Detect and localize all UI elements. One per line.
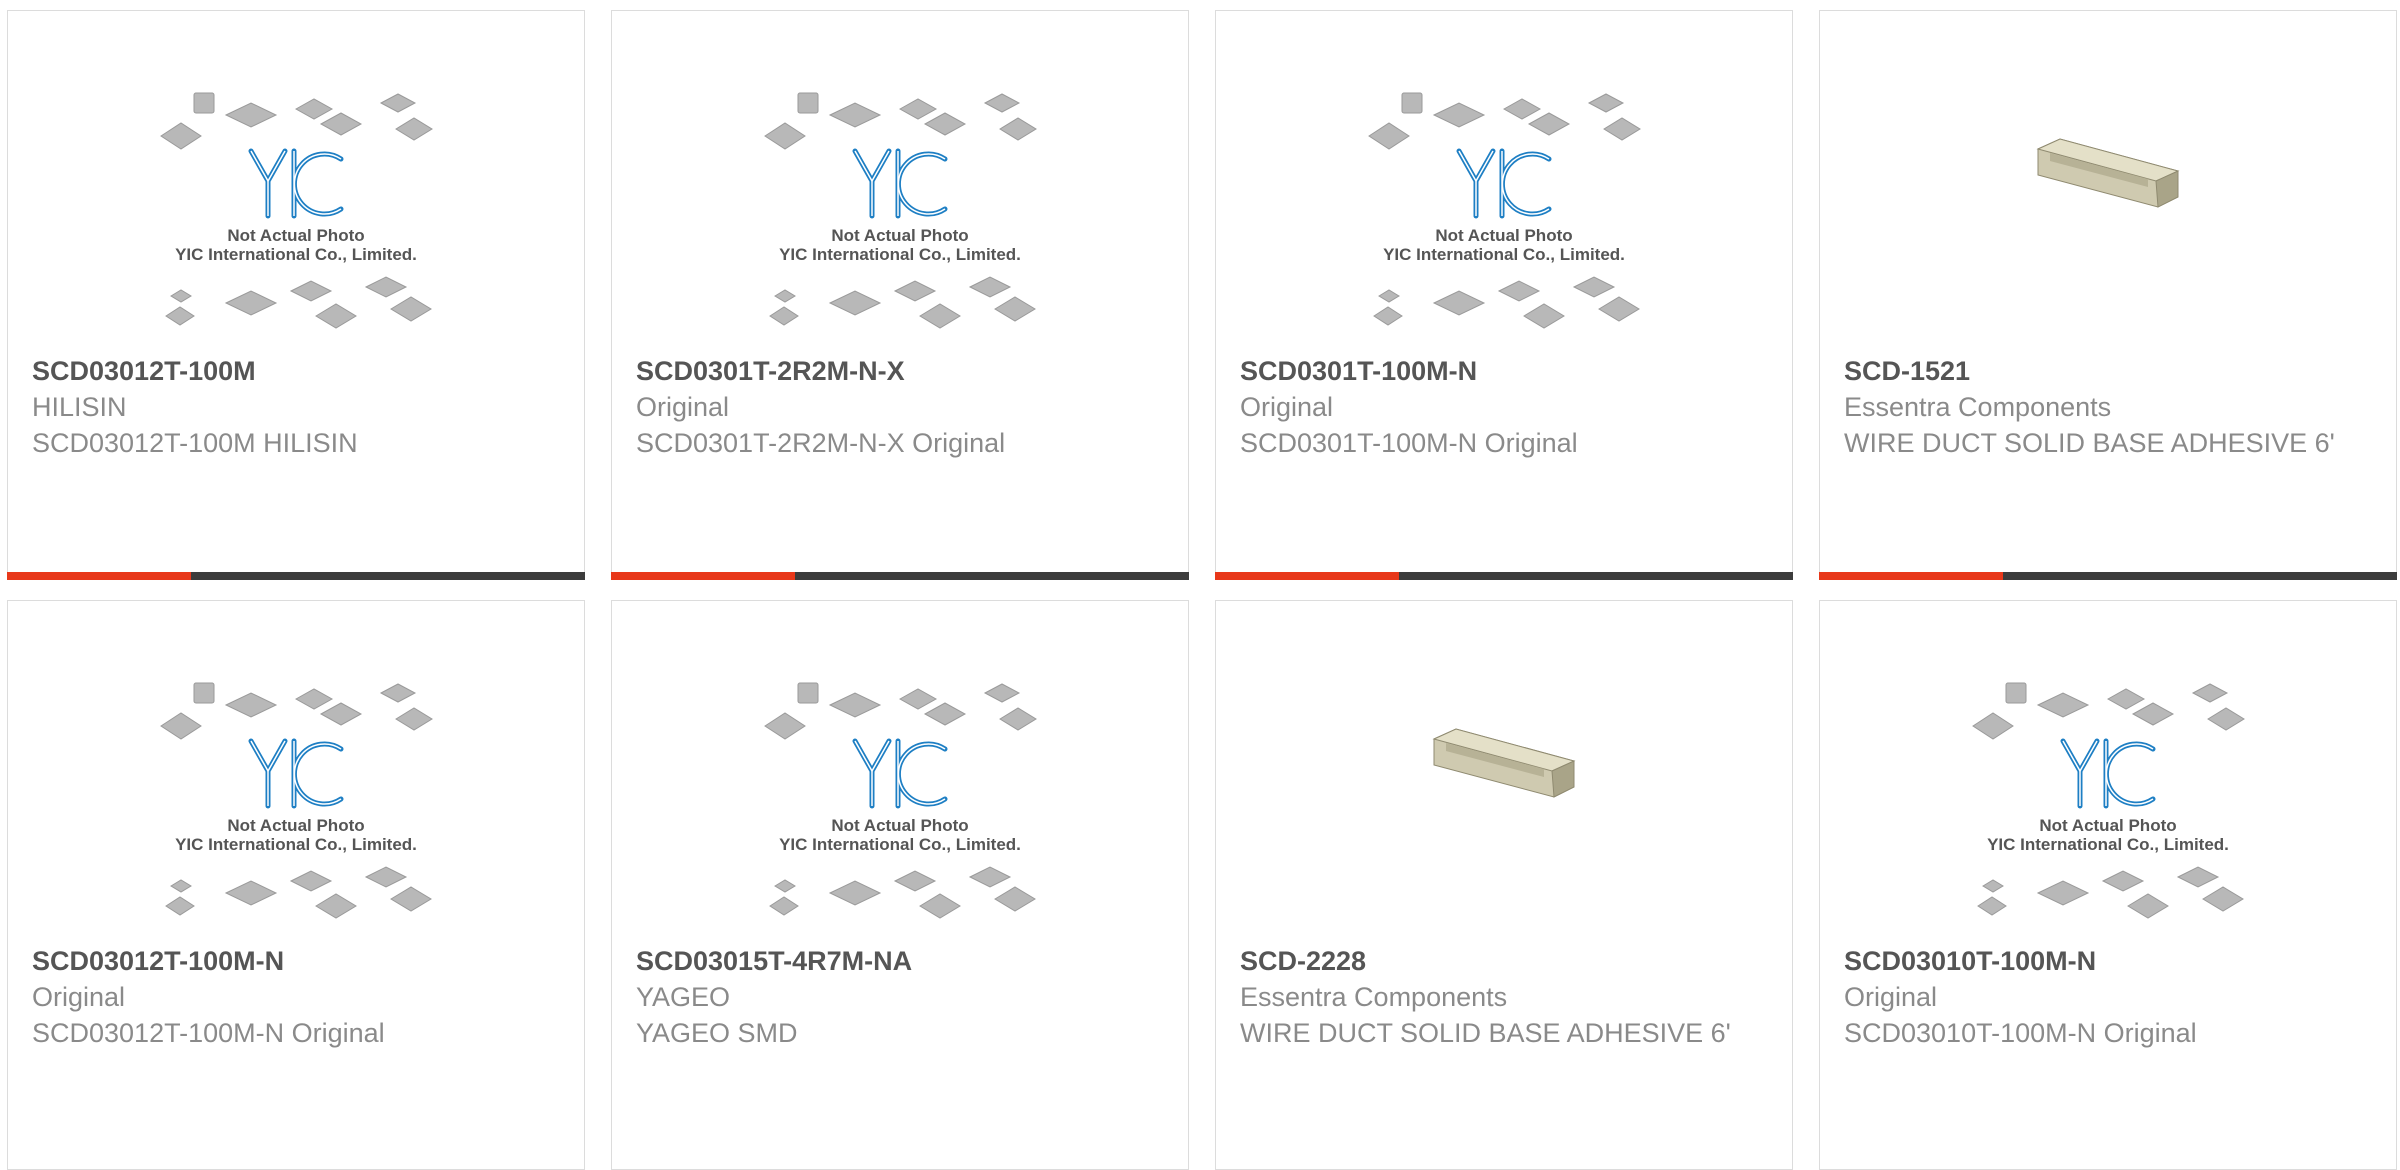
yic-logo-icon	[852, 738, 948, 809]
card-accent-bar	[7, 572, 191, 580]
manufacturer: Original	[1240, 392, 1334, 422]
product-card[interactable]: Not Actual Photo YIC International Co., …	[7, 10, 585, 580]
placeholder-caption-1: Not Actual Photo	[831, 226, 968, 245]
description: SCD03012T-100M-N Original	[32, 1018, 385, 1048]
manufacturer: Original	[32, 982, 126, 1012]
manufacturer: Original	[636, 392, 730, 422]
yic-logo-icon	[852, 148, 948, 219]
part-number[interactable]: SCD-1521	[1844, 353, 2376, 389]
part-number[interactable]: SCD0301T-2R2M-N-X	[636, 353, 1168, 389]
description: SCD0301T-100M-N Original	[1240, 428, 1578, 458]
placeholder-caption-2: YIC International Co., Limited.	[779, 835, 1021, 854]
yic-logo-icon	[248, 738, 344, 809]
part-number[interactable]: SCD03012T-100M	[32, 353, 564, 389]
placeholder-photo: Not Actual Photo YIC International Co., …	[8, 681, 584, 941]
placeholder-photo: Not Actual Photo YIC International Co., …	[1216, 91, 1792, 351]
placeholder-caption-1: Not Actual Photo	[1435, 226, 1572, 245]
description: SCD03012T-100M HILISIN	[32, 428, 358, 458]
part-number[interactable]: SCD03012T-100M-N	[32, 943, 564, 979]
product-card[interactable]: SCD-2228 Essentra Components WIRE DUCT S…	[1215, 600, 1793, 1170]
product-card[interactable]: SCD-1521 Essentra Components WIRE DUCT S…	[1819, 10, 2397, 580]
yic-logo-icon	[1456, 148, 1552, 219]
card-bottom-bar	[7, 572, 585, 580]
card-accent-bar	[611, 572, 795, 580]
placeholder-caption-2: YIC International Co., Limited.	[175, 835, 417, 854]
manufacturer: Essentra Components	[1240, 982, 1508, 1012]
description: YAGEO SMD	[636, 1018, 798, 1048]
placeholder-photo: Not Actual Photo YIC International Co., …	[8, 91, 584, 351]
description: SCD03010T-100M-N Original	[1844, 1018, 2197, 1048]
placeholder-caption-2: YIC International Co., Limited.	[1383, 245, 1625, 264]
description: WIRE DUCT SOLID BASE ADHESIVE 6'	[1240, 1018, 1731, 1048]
placeholder-caption-2: YIC International Co., Limited.	[175, 245, 417, 264]
manufacturer: Original	[1844, 982, 1938, 1012]
card-bottom-bar	[1215, 572, 1793, 580]
placeholder-photo: Not Actual Photo YIC International Co., …	[612, 91, 1188, 351]
wire-duct-photo	[1216, 721, 1792, 841]
card-bottom-bar	[1819, 572, 2397, 580]
part-number[interactable]: SCD03015T-4R7M-NA	[636, 943, 1168, 979]
manufacturer: Essentra Components	[1844, 392, 2112, 422]
wire-duct-photo	[1820, 131, 2396, 251]
part-number[interactable]: SCD0301T-100M-N	[1240, 353, 1772, 389]
manufacturer: YAGEO	[636, 982, 731, 1012]
card-accent-bar	[1819, 572, 2003, 580]
placeholder-caption-2: YIC International Co., Limited.	[1987, 835, 2229, 854]
manufacturer: HILISIN	[32, 392, 127, 422]
description: SCD0301T-2R2M-N-X Original	[636, 428, 1006, 458]
yic-logo-icon	[248, 148, 344, 219]
product-card[interactable]: Not Actual Photo YIC International Co., …	[7, 600, 585, 1170]
yic-logo-icon	[2060, 738, 2156, 809]
product-card[interactable]: Not Actual Photo YIC International Co., …	[1819, 600, 2397, 1170]
placeholder-photo: Not Actual Photo YIC International Co., …	[1820, 681, 2396, 941]
product-card[interactable]: Not Actual Photo YIC International Co., …	[611, 600, 1189, 1170]
product-card[interactable]: Not Actual Photo YIC International Co., …	[1215, 10, 1793, 580]
card-bottom-bar	[611, 572, 1189, 580]
product-card[interactable]: Not Actual Photo YIC International Co., …	[611, 10, 1189, 580]
card-accent-bar	[1215, 572, 1399, 580]
description: WIRE DUCT SOLID BASE ADHESIVE 6'	[1844, 428, 2335, 458]
part-number[interactable]: SCD03010T-100M-N	[1844, 943, 2376, 979]
placeholder-caption-2: YIC International Co., Limited.	[779, 245, 1021, 264]
placeholder-caption-1: Not Actual Photo	[831, 816, 968, 835]
placeholder-photo: Not Actual Photo YIC International Co., …	[612, 681, 1188, 941]
product-grid: Not Actual Photo YIC International Co., …	[0, 0, 2400, 1170]
placeholder-caption-1: Not Actual Photo	[227, 816, 364, 835]
placeholder-caption-1: Not Actual Photo	[227, 226, 364, 245]
placeholder-caption-1: Not Actual Photo	[2039, 816, 2176, 835]
part-number[interactable]: SCD-2228	[1240, 943, 1772, 979]
